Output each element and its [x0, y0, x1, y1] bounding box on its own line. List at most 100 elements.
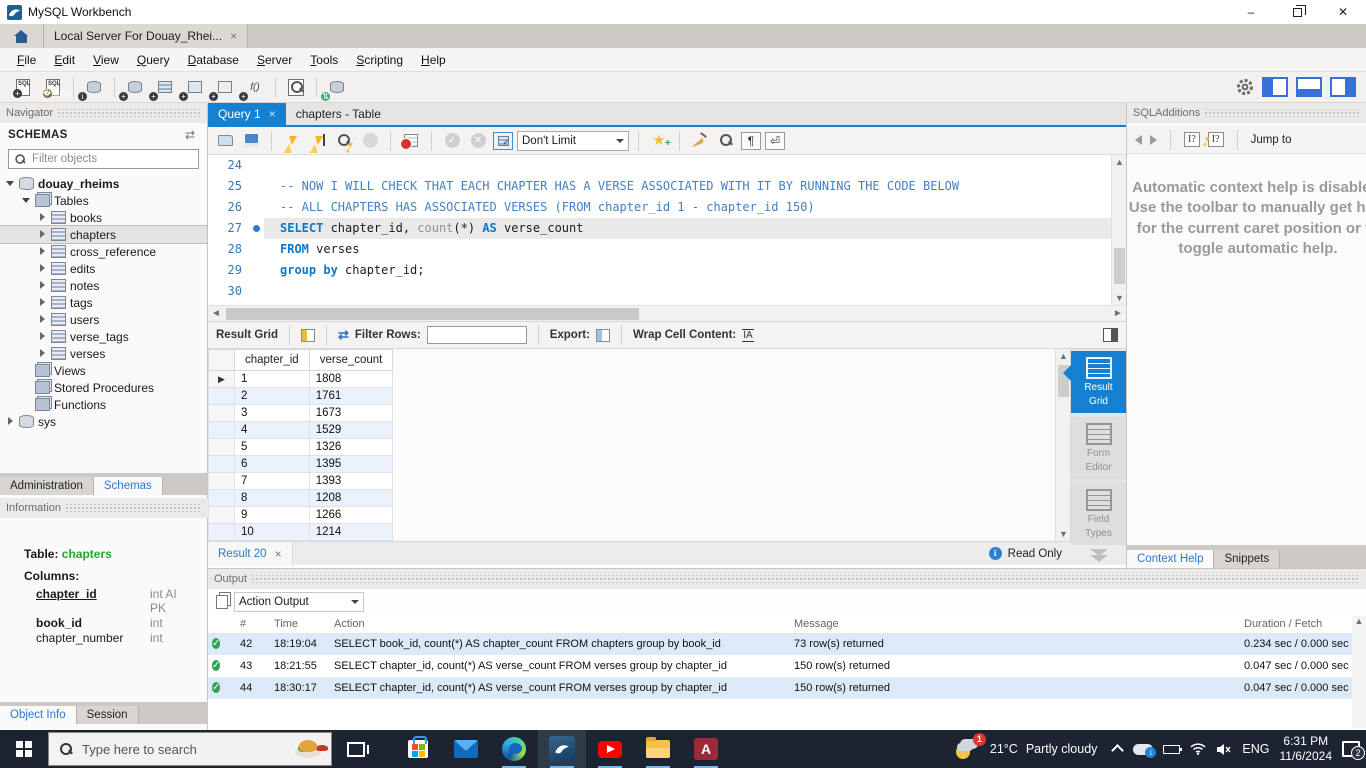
tree-item-notes[interactable]: notes — [0, 277, 207, 294]
collapse-arrow-icon[interactable] — [6, 179, 15, 188]
create-procedure-button[interactable]: + — [213, 76, 237, 98]
menu-scripting[interactable]: Scripting — [347, 50, 412, 70]
reconnect-dbms-button[interactable]: ⇅ — [325, 76, 349, 98]
taskbar-file-explorer[interactable] — [634, 730, 682, 768]
tab-query1[interactable]: Query 1 × — [208, 103, 286, 125]
expand-arrow-icon[interactable] — [38, 230, 47, 239]
tree-item-tags[interactable]: tags — [0, 294, 207, 311]
autocommit-toggle[interactable]: ✓ — [493, 132, 513, 150]
close-button[interactable]: ✕ — [1320, 0, 1366, 24]
tree-item-verse_tags[interactable]: verse_tags — [0, 328, 207, 345]
toggle-invisibles-button[interactable]: ¶ — [741, 132, 761, 150]
output-row[interactable]: ✓4418:30:17SELECT chapter_id, count(*) A… — [208, 677, 1366, 699]
toggle-left-sidebar-button[interactable] — [1262, 77, 1288, 97]
grid-cell[interactable]: 8 — [235, 490, 310, 507]
export-icon[interactable] — [596, 329, 610, 342]
menu-query[interactable]: Query — [128, 50, 179, 70]
tab-administration[interactable]: Administration — [0, 477, 94, 495]
grid-cell[interactable]: 7 — [235, 473, 310, 490]
row-selector[interactable] — [209, 490, 235, 507]
grid-cell[interactable]: 5 — [235, 439, 310, 456]
new-query-tab-button[interactable]: SQL+ — [11, 76, 35, 98]
grid-view-icon[interactable] — [301, 329, 315, 342]
grid-cell[interactable]: 3 — [235, 405, 310, 422]
collapse-panel-icon[interactable] — [1103, 328, 1118, 342]
row-selector[interactable] — [209, 456, 235, 473]
taskbar-microsoft-store[interactable] — [394, 730, 442, 768]
menu-database[interactable]: Database — [179, 50, 248, 70]
scroll-left-arrow[interactable]: ◄ — [208, 306, 224, 322]
grid-cell[interactable]: 1395 — [309, 456, 393, 473]
code-line-30[interactable]: 30 — [208, 281, 1126, 302]
result-tab-close-icon[interactable]: × — [275, 547, 282, 561]
expand-arrow-icon[interactable] — [38, 332, 47, 341]
grid-row[interactable]: 81208 — [209, 490, 393, 507]
onedrive-icon[interactable]: i — [1133, 744, 1153, 755]
taskbar-mysql-workbench[interactable] — [538, 730, 586, 768]
language-indicator[interactable]: ENG — [1242, 742, 1269, 756]
toggle-right-sidebar-button[interactable] — [1330, 77, 1356, 97]
search-highlight-food-icon[interactable] — [295, 738, 321, 760]
restore-button[interactable] — [1274, 0, 1320, 24]
expand-arrow-icon[interactable] — [38, 298, 47, 307]
grid-cell[interactable]: 1761 — [309, 388, 393, 405]
refresh-schemas-icon[interactable]: ⇄ — [185, 129, 199, 141]
row-selector[interactable] — [209, 422, 235, 439]
taskbar-search-input[interactable] — [82, 742, 287, 757]
code-line-29[interactable]: 29group by chapter_id; — [208, 260, 1126, 281]
refresh-results-icon[interactable]: ⇄ — [338, 327, 349, 343]
grid-cell[interactable]: 6 — [235, 456, 310, 473]
code-line-24[interactable]: 24 — [208, 155, 1126, 176]
grid-cell[interactable]: 2 — [235, 388, 310, 405]
open-script-button[interactable] — [214, 131, 236, 151]
row-selector[interactable] — [209, 388, 235, 405]
grid-cell[interactable]: 1 — [235, 371, 310, 388]
grid-row[interactable]: 21761 — [209, 388, 393, 405]
taskbar-youtube[interactable] — [586, 730, 634, 768]
tree-item-sys[interactable]: sys — [0, 413, 207, 430]
tree-item-Functions[interactable]: Functions — [0, 396, 207, 413]
menu-help[interactable]: Help — [412, 50, 455, 70]
create-view-button[interactable]: + — [183, 76, 207, 98]
view-button-form-editor[interactable]: FormEditor — [1071, 417, 1126, 479]
tree-item-edits[interactable]: edits — [0, 260, 207, 277]
grid-cell[interactable]: 10 — [235, 524, 310, 541]
tab-chapters-table[interactable]: chapters - Table — [286, 103, 391, 125]
jump-to-label[interactable]: Jump to — [1251, 134, 1292, 146]
code-line-28[interactable]: 28FROM verses — [208, 239, 1126, 260]
menu-edit[interactable]: Edit — [45, 50, 84, 70]
grid-cell[interactable]: 1266 — [309, 507, 393, 524]
tree-item-Stored Procedures[interactable]: Stored Procedures — [0, 379, 207, 396]
taskbar-weather[interactable]: 1 21°C Partly cloudy — [948, 730, 1104, 768]
expand-arrow-icon[interactable] — [38, 247, 47, 256]
filter-rows-input[interactable] — [427, 326, 527, 344]
explain-button[interactable] — [333, 131, 355, 151]
tab-context-help[interactable]: Context Help — [1127, 550, 1214, 568]
grid-cell[interactable]: 1529 — [309, 422, 393, 439]
editor-vertical-scrollbar[interactable]: ▲ ▼ — [1111, 155, 1126, 305]
editor-horizontal-scrollbar[interactable]: ◄ ► — [208, 305, 1126, 321]
tree-item-Tables[interactable]: Tables — [0, 192, 207, 209]
create-table-button[interactable]: + — [153, 76, 177, 98]
tree-item-Views[interactable]: Views — [0, 362, 207, 379]
grid-cell[interactable]: 1214 — [309, 524, 393, 541]
code-line-26[interactable]: 26-- ALL CHAPTERS HAS ASSOCIATED VERSES … — [208, 197, 1126, 218]
grid-cell[interactable]: 1393 — [309, 473, 393, 490]
taskbar-access[interactable]: A — [682, 730, 730, 768]
expand-arrow-icon[interactable] — [38, 315, 47, 324]
create-schema-button[interactable]: + — [123, 76, 147, 98]
toggle-word-wrap-button[interactable]: ⏎ — [765, 132, 785, 150]
tab-query1-close-icon[interactable]: × — [269, 107, 276, 121]
tree-item-users[interactable]: users — [0, 311, 207, 328]
row-selector[interactable]: ▶ — [209, 371, 235, 388]
scroll-right-arrow[interactable]: ► — [1110, 306, 1126, 322]
expand-arrow-icon[interactable] — [38, 349, 47, 358]
grid-cell[interactable]: 1808 — [309, 371, 393, 388]
toggle-output-panel-button[interactable] — [1296, 77, 1322, 97]
expand-arrow-icon[interactable] — [38, 213, 47, 222]
stop-on-error-toggle[interactable] — [400, 131, 422, 151]
grid-row[interactable]: 91266 — [209, 507, 393, 524]
wifi-icon[interactable] — [1190, 743, 1206, 755]
tab-snippets[interactable]: Snippets — [1214, 550, 1280, 568]
expand-arrow-icon[interactable] — [38, 264, 47, 273]
